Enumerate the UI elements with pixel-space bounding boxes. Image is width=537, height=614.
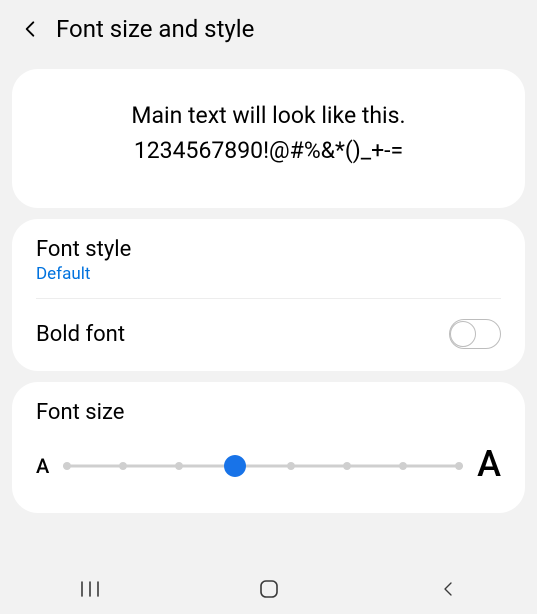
slider-tick [175, 462, 183, 470]
home-icon [259, 579, 279, 599]
slider-tick [63, 462, 71, 470]
slider-tick [399, 462, 407, 470]
header: Font size and style [0, 0, 537, 58]
slider-tick [287, 462, 295, 470]
bold-font-label: Bold font [36, 322, 125, 347]
font-style-label: Font style [36, 237, 501, 262]
bold-font-row[interactable]: Bold font [12, 299, 525, 371]
font-style-row[interactable]: Font style Default [12, 219, 525, 298]
chevron-left-icon [20, 19, 40, 39]
font-style-value: Default [36, 264, 501, 284]
nav-bar [0, 564, 537, 614]
preview-text-line2: 1234567890!@#%&*()_+-= [32, 134, 505, 169]
back-icon [439, 580, 457, 598]
slider-ticks [63, 462, 463, 470]
back-button[interactable] [10, 9, 50, 49]
recents-icon [79, 580, 101, 598]
nav-home[interactable] [258, 578, 280, 600]
bold-font-toggle[interactable] [449, 319, 501, 349]
size-indicator-large: A [477, 443, 501, 485]
font-size-slider[interactable] [63, 456, 463, 476]
font-size-label: Font size [36, 400, 501, 425]
nav-back[interactable] [437, 578, 459, 600]
size-indicator-small: A [36, 454, 49, 478]
slider-tick [455, 462, 463, 470]
nav-recents[interactable] [79, 578, 101, 600]
page-title: Font size and style [56, 15, 254, 43]
font-settings-card: Font style Default Bold font [12, 219, 525, 371]
toggle-knob [450, 321, 476, 347]
font-size-card: Font size A A [12, 382, 525, 513]
font-preview-card: Main text will look like this. 123456789… [12, 69, 525, 208]
font-size-slider-row: A A [36, 447, 501, 485]
preview-text-line1: Main text will look like this. [32, 99, 505, 134]
slider-tick [119, 462, 127, 470]
slider-tick [343, 462, 351, 470]
slider-thumb[interactable] [224, 455, 246, 477]
